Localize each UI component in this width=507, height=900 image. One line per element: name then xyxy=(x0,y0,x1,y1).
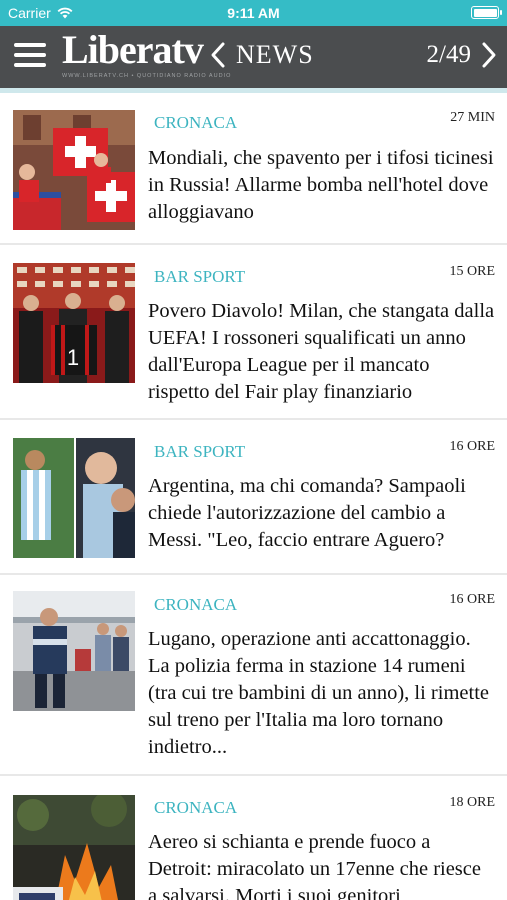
back-chevron-icon[interactable] xyxy=(208,40,228,70)
article-headline: Povero Diavolo! Milan, che stangata dall… xyxy=(148,298,500,406)
article-category: CRONACA xyxy=(154,595,238,614)
svg-text:1: 1 xyxy=(67,345,79,370)
article-item[interactable]: 1 BAR SPORT 15 ORE Povero Diavolo! Milan… xyxy=(0,245,507,420)
headline-line: a salvarsi. Morti i suoi genitori xyxy=(148,885,401,900)
headline-line: alloggiavano xyxy=(148,201,254,223)
article-time: 16 ORE xyxy=(449,439,496,454)
article-headline: Argentina, ma chi comanda? Sampaoli chie… xyxy=(148,473,500,554)
headline-line: chiede l'autorizzazione del cambio a xyxy=(148,502,446,524)
status-bar: Carrier 9:11 AM xyxy=(0,0,507,26)
page-counter: 2/49 xyxy=(426,41,471,68)
headline-line: Povero Diavolo! Milan, che stangata dall… xyxy=(148,300,495,322)
headline-line: in Russia! Allarme bomba nell'hotel dove xyxy=(148,174,489,196)
article-time: 15 ORE xyxy=(449,264,496,279)
article-item[interactable]: CRONACA 27 MIN Mondiali, che spavento pe… xyxy=(0,93,507,245)
article-thumbnail xyxy=(13,795,135,900)
article-item[interactable]: CRONACA 18 ORE Aereo si schianta e prend… xyxy=(0,776,507,900)
next-chevron-icon[interactable] xyxy=(479,40,499,70)
article-thumbnail: 1 xyxy=(13,263,135,383)
article-item[interactable]: BAR SPORT 16 ORE Argentina, ma chi coman… xyxy=(0,420,507,575)
headline-line: Mondiali, che spavento per i tifosi tici… xyxy=(148,147,494,169)
article-thumbnail xyxy=(13,591,135,711)
headline-line: dall'Europa League per il mancato xyxy=(148,354,430,376)
article-item[interactable]: CRONACA 16 ORE Lugano, operazione anti a… xyxy=(0,575,507,776)
headline-line: indietro... xyxy=(148,736,228,758)
headline-line: Argentina, ma chi comanda? Sampaoli xyxy=(148,475,466,497)
headline-line: sul treno per l'Italia ma loro tornano xyxy=(148,709,444,731)
headline-line: Aereo si schianta e prende fuoco a xyxy=(148,831,431,853)
headline-line: Detroit: miracolato un 17enne che riesce xyxy=(148,858,481,880)
article-thumbnail xyxy=(13,438,135,558)
battery-icon xyxy=(471,6,502,19)
article-category: BAR SPORT xyxy=(154,442,246,461)
article-time: 27 MIN xyxy=(450,110,495,125)
clock: 9:11 AM xyxy=(227,5,280,21)
headline-line: Messi. "Leo, faccio entrare Aguero? xyxy=(148,529,445,551)
navigation-bar: Liberatv WWW.LIBERATV.CH • QUOTIDIANO RA… xyxy=(0,26,507,88)
headline-line: La polizia ferma in stazione 14 rumeni xyxy=(148,655,466,677)
article-time: 16 ORE xyxy=(449,592,496,607)
section-title: NEWS xyxy=(236,40,314,69)
headline-line: UEFA! I rossoneri squalificati un anno xyxy=(148,327,466,349)
menu-button[interactable] xyxy=(14,40,48,70)
article-headline: Aereo si schianta e prende fuoco a Detro… xyxy=(148,829,500,900)
article-category: CRONACA xyxy=(154,798,238,817)
headline-line: (tra cui tre bambini di un anno), li rim… xyxy=(148,682,489,704)
article-category: BAR SPORT xyxy=(154,267,246,286)
headline-line: Lugano, operazione anti accattonaggio. xyxy=(148,628,471,650)
headline-line: rispetto del Fair play finanziario xyxy=(148,381,413,403)
app-logo: Liberatv WWW.LIBERATV.CH • QUOTIDIANO RA… xyxy=(62,27,232,82)
article-headline: Lugano, operazione anti accattonaggio. L… xyxy=(148,626,500,761)
logo-text: Liberatv xyxy=(62,27,204,72)
article-thumbnail xyxy=(13,110,135,230)
logo-tagline: WWW.LIBERATV.CH • QUOTIDIANO RADIO AUDIO xyxy=(62,73,232,79)
article-time: 18 ORE xyxy=(449,795,496,810)
article-headline: Mondiali, che spavento per i tifosi tici… xyxy=(148,145,500,226)
article-category: CRONACA xyxy=(154,113,238,132)
